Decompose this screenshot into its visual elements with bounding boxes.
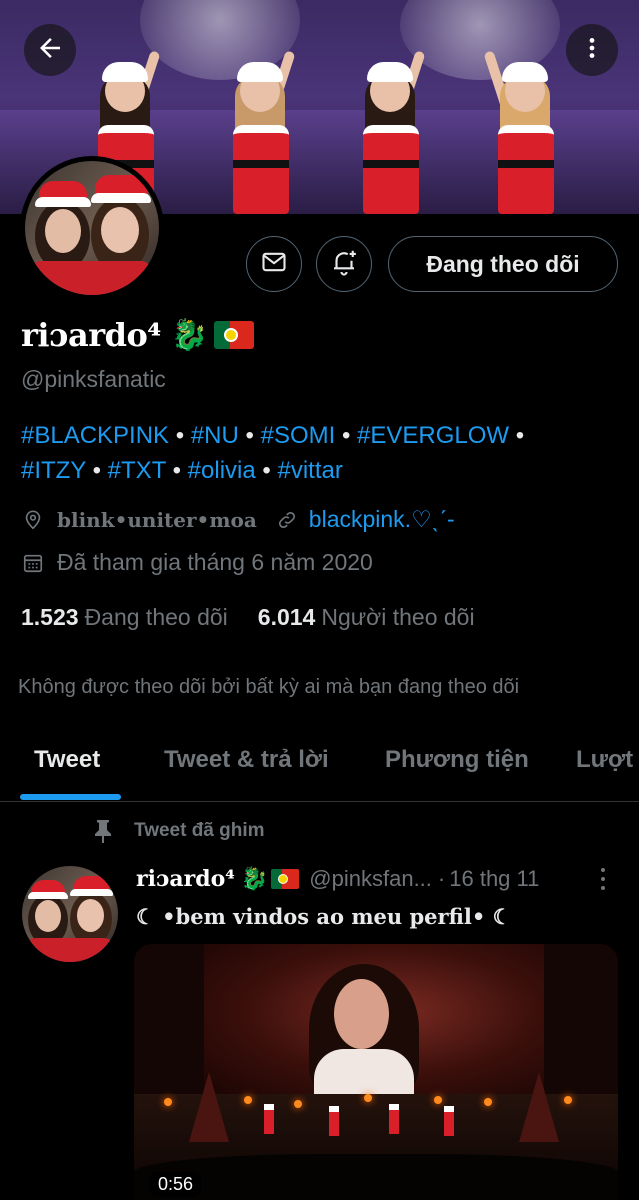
hashtag-link[interactable]: #NU (191, 422, 239, 449)
portugal-flag-icon (271, 869, 300, 889)
profile-website-link[interactable]: blackpink.♡ˎˊ- (309, 506, 455, 533)
hashtag-link[interactable]: #ITZY (21, 457, 86, 484)
more-options-button[interactable] (566, 24, 618, 76)
link-icon (275, 508, 299, 532)
bell-plus-icon (329, 247, 359, 282)
bio-separator: • (85, 457, 108, 484)
tweet-timestamp[interactable]: 16 thg 11 (449, 866, 539, 892)
dragon-emoji-icon: 🐉 (170, 317, 209, 353)
tab-likes[interactable]: Lượt (576, 746, 633, 774)
tweet-header: riɔardo⁴ 🐉 @pinksfan... · 16 thg 11 (136, 866, 616, 892)
profile-tabs: Tweet Tweet & trả lời Phương tiện Lượt (0, 726, 639, 802)
pin-icon (92, 818, 114, 844)
calendar-icon (21, 551, 45, 575)
following-label: Đang theo dõi (84, 604, 228, 630)
message-button[interactable] (246, 236, 302, 292)
location-pin-icon (21, 508, 45, 532)
profile-meta-location-website: blink•uniter•moa blackpink.♡ˎˊ- (21, 506, 455, 533)
profile-location: blink•uniter•moa (57, 507, 257, 532)
tweet-video-thumbnail[interactable] (134, 944, 618, 1200)
tweet-author-handle[interactable]: @pinksfan... (309, 866, 432, 892)
profile-name-row: riɔardo⁴ 🐉 (21, 312, 255, 358)
bio-separator: • (509, 422, 525, 449)
dragon-emoji-icon: 🐉 (240, 866, 269, 891)
profile-bio: #BLACKPINK • #NU • #SOMI • #EVERGLOW • #… (21, 418, 621, 488)
tweet-text: ☾ •bem vindos ao meu perfil• ☾ (136, 904, 512, 929)
tab-tweets[interactable]: Tweet (34, 746, 100, 774)
portugal-flag-icon (214, 321, 255, 349)
bio-separator: • (335, 422, 358, 449)
followers-count: 6.014 (257, 604, 316, 630)
bio-separator: • (169, 422, 191, 449)
following-count: 1.523 (21, 604, 79, 630)
active-tab-indicator (20, 794, 121, 800)
hashtag-link[interactable]: #BLACKPINK (21, 422, 169, 449)
followers-stat[interactable]: 6.014 Người theo dõi (258, 604, 475, 631)
mail-icon (260, 248, 288, 281)
tweet-more-options-icon[interactable] (596, 866, 610, 892)
follow-stats: 1.523 Đang theo dõi 6.014 Người theo dõi (21, 604, 475, 631)
bio-separator: • (165, 457, 188, 484)
display-name: riɔardo⁴ (21, 316, 161, 354)
bio-separator: • (255, 457, 278, 484)
profile-avatar[interactable] (20, 156, 164, 300)
notifications-button[interactable] (316, 236, 372, 292)
tweet-author-name[interactable]: riɔardo⁴ (136, 866, 235, 892)
following-button[interactable]: Đang theo dõi (388, 236, 618, 292)
video-duration-badge: 0:56 (150, 1172, 202, 1197)
joined-date: Đã tham gia tháng 6 năm 2020 (57, 549, 373, 575)
tab-media[interactable]: Phương tiện (385, 746, 529, 774)
profile-meta-joined: Đã tham gia tháng 6 năm 2020 (21, 549, 373, 576)
back-button[interactable] (24, 24, 76, 76)
bio-separator: • (238, 422, 261, 449)
tab-tweets-replies[interactable]: Tweet & trả lời (164, 746, 329, 774)
more-vertical-icon (579, 35, 605, 66)
pinned-label-text: Tweet đã ghim (134, 820, 265, 841)
profile-handle: @pinksfanatic (21, 366, 166, 392)
pinned-tweet-label: Tweet đã ghim (92, 818, 265, 844)
mutual-followers-note: Không được theo dõi bởi bất kỳ ai mà bạn… (18, 676, 520, 698)
hashtag-link[interactable]: #EVERGLOW (357, 422, 509, 449)
hashtag-link[interactable]: #TXT (108, 457, 166, 484)
arrow-left-icon (35, 33, 65, 68)
hashtag-link[interactable]: #vittar (277, 457, 342, 484)
following-stat[interactable]: 1.523 Đang theo dõi (21, 604, 228, 631)
hashtag-link[interactable]: #olivia (188, 457, 256, 484)
tweet-author-avatar[interactable] (22, 866, 118, 962)
hashtag-link[interactable]: #SOMI (261, 422, 336, 449)
bio-line-2: #ITZY • #TXT • #olivia • #vittar (21, 453, 621, 488)
followers-label: Người theo dõi (321, 604, 475, 630)
bio-line-1: #BLACKPINK • #NU • #SOMI • #EVERGLOW • (21, 418, 621, 453)
tweet-separator: · (437, 866, 446, 891)
